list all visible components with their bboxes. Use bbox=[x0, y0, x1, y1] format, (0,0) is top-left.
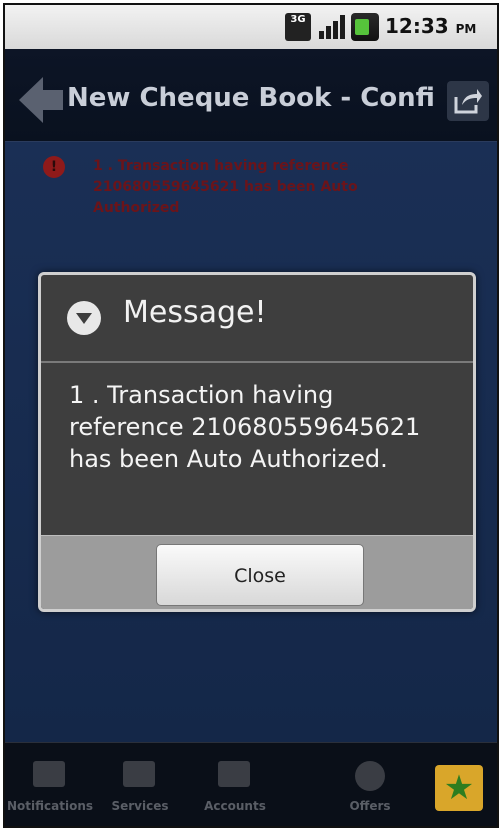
dropdown-arrow-icon bbox=[67, 301, 101, 335]
clock: 12:33 PM bbox=[385, 14, 476, 38]
clock-ampm: PM bbox=[455, 22, 477, 36]
bottom-nav: Notifications Services Accounts Offers ★ bbox=[5, 742, 497, 826]
status-bar: 3G 12:33 PM bbox=[5, 5, 497, 50]
dialog-footer: Close bbox=[41, 535, 473, 609]
offers-icon bbox=[355, 761, 385, 791]
favorites-button[interactable]: ★ bbox=[435, 765, 483, 811]
dialog-message: 1 . Transaction having reference 2106805… bbox=[69, 381, 421, 473]
title-bar: New Cheque Book - Confirm bbox=[5, 49, 497, 142]
back-arrow-icon[interactable] bbox=[19, 75, 63, 125]
accounts-icon bbox=[218, 761, 250, 787]
nav-label-offers: Offers bbox=[349, 799, 391, 813]
star-icon: ★ bbox=[443, 768, 475, 808]
nav-label-services: Services bbox=[111, 799, 169, 813]
dialog-divider bbox=[41, 361, 473, 363]
page-title: New Cheque Book - Confirm bbox=[67, 83, 437, 113]
dialog-header: Message! bbox=[41, 275, 473, 363]
clock-time: 12:33 bbox=[385, 14, 449, 38]
notifications-icon bbox=[33, 761, 65, 787]
close-button[interactable]: Close bbox=[156, 544, 364, 606]
phone-screen: 3G 12:33 PM New Cheque Book - Confirm ! … bbox=[3, 3, 499, 828]
error-icon: ! bbox=[43, 156, 65, 178]
share-button[interactable] bbox=[447, 81, 489, 121]
nav-label-accounts: Accounts bbox=[204, 799, 266, 813]
nav-item-notifications[interactable]: Notifications bbox=[5, 743, 95, 826]
message-dialog: Message! 1 . Transaction having referenc… bbox=[38, 272, 476, 612]
signal-icon bbox=[317, 13, 345, 41]
nav-label-notifications: Notifications bbox=[6, 799, 94, 813]
services-icon bbox=[123, 761, 155, 787]
battery-icon bbox=[351, 13, 379, 41]
dialog-title: Message! bbox=[123, 295, 267, 330]
nav-item-services[interactable]: Services bbox=[95, 743, 185, 826]
nav-item-offers[interactable]: Offers bbox=[335, 743, 415, 826]
share-icon bbox=[454, 89, 482, 114]
network-3g-icon: 3G bbox=[285, 13, 311, 41]
nav-item-accounts[interactable]: Accounts bbox=[190, 743, 280, 826]
error-message: 1 . Transaction having reference 2106805… bbox=[93, 158, 358, 216]
